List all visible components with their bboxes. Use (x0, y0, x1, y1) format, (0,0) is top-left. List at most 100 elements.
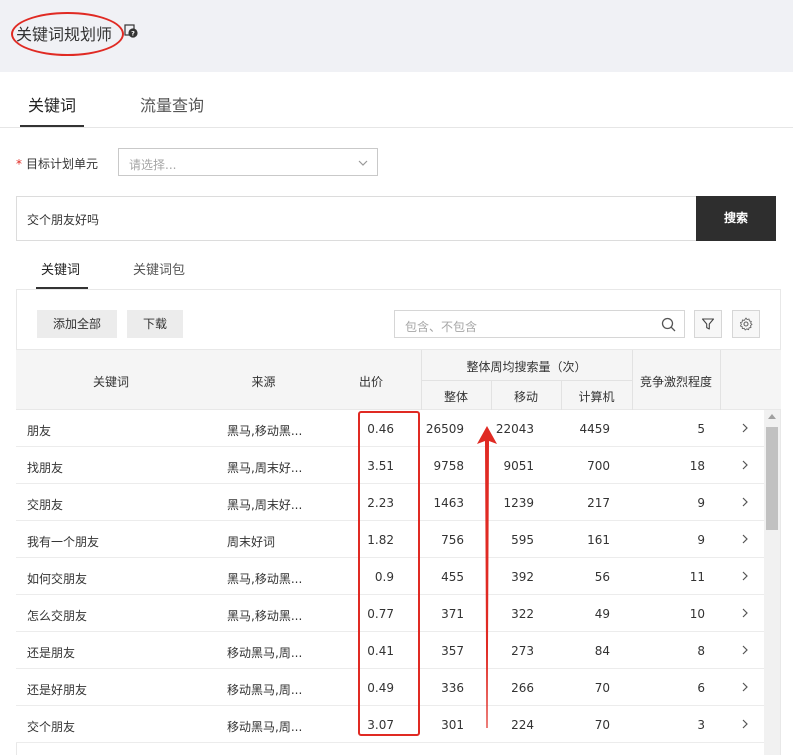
target-unit-label-text: 目标计划单元 (26, 157, 99, 171)
cell-mobile-search: 1239 (503, 496, 534, 510)
settings-button[interactable] (732, 310, 760, 338)
table-scrollbar[interactable] (764, 410, 780, 755)
col-keyword-header: 关键词 (92, 375, 129, 389)
active-tab-indicator (20, 125, 84, 127)
cell-source: 移动黑马,周... (227, 683, 303, 697)
cell-mobile-search: 273 (511, 644, 534, 658)
cell-competition: 5 (697, 422, 705, 436)
header-divider (421, 380, 632, 381)
col-source-header: 来源 (251, 375, 276, 389)
cell-source: 黑马,移动黑... (227, 572, 303, 586)
tab-traffic-query[interactable]: 流量查询 (140, 92, 204, 116)
tab-keywords[interactable]: 关键词 (28, 92, 76, 116)
cell-competition: 3 (697, 718, 705, 732)
cell-computer-search: 4459 (579, 422, 610, 436)
chevron-right-icon[interactable] (741, 460, 749, 470)
cell-mobile-search: 22043 (495, 422, 534, 436)
search-button[interactable]: 搜索 (696, 196, 776, 241)
cell-competition: 10 (689, 607, 705, 621)
cell-source: 黑马,周末好... (227, 461, 303, 475)
cell-keyword: 朋友 (27, 424, 52, 438)
scroll-thumb[interactable] (766, 427, 778, 530)
subtab-keywords[interactable]: 关键词 (41, 259, 80, 278)
cell-computer-search: 700 (587, 459, 610, 473)
target-unit-label: * 目标计划单元 (16, 155, 98, 172)
header-divider (632, 350, 633, 411)
cell-keyword: 还是朋友 (27, 646, 76, 660)
required-mark: * (16, 157, 22, 171)
cell-computer-search: 161 (587, 533, 610, 547)
cell-overall-search: 455 (441, 570, 464, 584)
svg-text:?: ? (131, 29, 135, 37)
bid-column-highlight (358, 411, 420, 736)
cell-overall-search: 26509 (425, 422, 464, 436)
filter-button[interactable] (694, 310, 722, 338)
main-tabs: 关键词 流量查询 (0, 72, 793, 128)
col-bid-header: 出价 (358, 375, 383, 389)
cell-mobile-search: 266 (511, 681, 534, 695)
chevron-right-icon[interactable] (741, 645, 749, 655)
cell-competition: 9 (697, 496, 705, 510)
search-icon[interactable] (661, 317, 676, 332)
cell-source: 移动黑马,周... (227, 720, 303, 734)
cell-competition: 11 (689, 570, 705, 584)
scroll-up-arrow-icon[interactable] (768, 414, 776, 419)
header-divider (720, 350, 721, 411)
subtab-keyword-packages[interactable]: 关键词包 (133, 259, 185, 278)
cell-keyword: 我有一个朋友 (27, 535, 100, 549)
target-unit-placeholder: 请选择... (129, 158, 177, 172)
cell-competition: 18 (689, 459, 705, 473)
cell-computer-search: 56 (594, 570, 610, 584)
col-weekly-search-header: 整体周均搜索量（次） (466, 360, 587, 374)
filter-placeholder: 包含、不包含 (405, 320, 478, 334)
cell-overall-search: 756 (441, 533, 464, 547)
col-competition-header: 竞争激烈程度 (639, 375, 712, 389)
cell-computer-search: 84 (594, 644, 610, 658)
cell-mobile-search: 595 (511, 533, 534, 547)
cell-source: 黑马,周末好... (227, 498, 303, 512)
add-all-button[interactable]: 添加全部 (37, 310, 117, 338)
download-button[interactable]: 下载 (127, 310, 183, 338)
cell-keyword: 怎么交朋友 (27, 609, 88, 623)
title-highlight-ellipse (11, 12, 124, 56)
cell-overall-search: 301 (441, 718, 464, 732)
filter-input[interactable]: 包含、不包含 (394, 310, 685, 338)
chevron-right-icon[interactable] (741, 608, 749, 618)
col-mobile-header: 移动 (513, 390, 538, 404)
cell-mobile-search: 392 (511, 570, 534, 584)
keyword-search-input[interactable]: 交个朋友好吗 (16, 196, 697, 241)
cell-overall-search: 371 (441, 607, 464, 621)
cell-competition: 6 (697, 681, 705, 695)
chevron-right-icon[interactable] (741, 423, 749, 433)
col-computer-header: 计算机 (578, 390, 615, 404)
cell-keyword: 找朋友 (27, 461, 64, 475)
cell-computer-search: 70 (594, 718, 610, 732)
cell-source: 黑马,移动黑... (227, 609, 303, 623)
cell-overall-search: 336 (441, 681, 464, 695)
cell-computer-search: 70 (594, 681, 610, 695)
chevron-right-icon[interactable] (741, 497, 749, 507)
cell-keyword: 还是好朋友 (27, 683, 88, 697)
target-unit-select[interactable]: 请选择... (118, 148, 378, 176)
chevron-right-icon[interactable] (741, 719, 749, 729)
chevron-down-icon (358, 160, 368, 166)
page-header: 关键词规划师 ? (0, 0, 793, 72)
chevron-right-icon[interactable] (741, 571, 749, 581)
cell-source: 黑马,移动黑... (227, 424, 303, 438)
cell-source: 移动黑马,周... (227, 646, 303, 660)
search-query-text: 交个朋友好吗 (27, 213, 100, 227)
help-icon[interactable]: ? (124, 24, 138, 38)
chevron-right-icon[interactable] (741, 534, 749, 544)
cell-overall-search: 1463 (433, 496, 464, 510)
col-overall-header: 整体 (443, 390, 468, 404)
header-divider (491, 380, 492, 411)
cell-keyword: 如何交朋友 (27, 572, 88, 586)
cell-mobile-search: 9051 (503, 459, 534, 473)
header-divider (561, 380, 562, 411)
cell-competition: 9 (697, 533, 705, 547)
cell-computer-search: 217 (587, 496, 610, 510)
up-arrow-annotation-icon (477, 426, 497, 728)
cell-overall-search: 9758 (433, 459, 464, 473)
chevron-right-icon[interactable] (741, 682, 749, 692)
filter-icon (701, 318, 715, 330)
